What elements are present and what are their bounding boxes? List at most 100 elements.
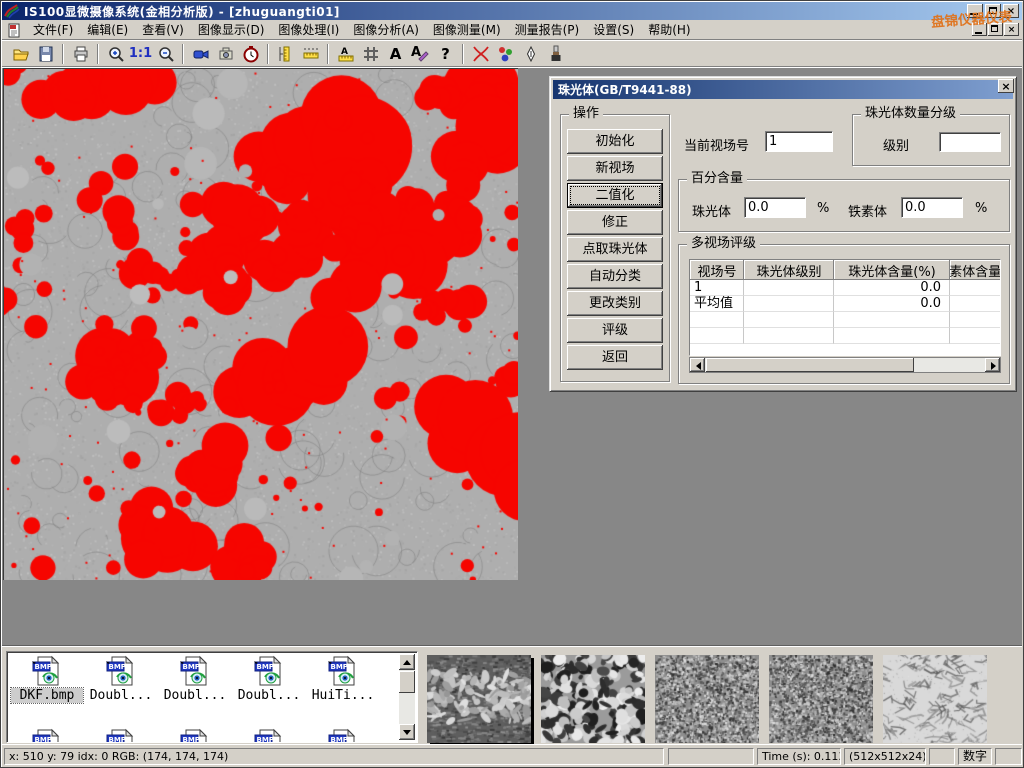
table-hscrollbar[interactable] <box>689 357 1001 373</box>
save-button[interactable] <box>33 42 58 66</box>
count-tool-button[interactable] <box>493 42 518 66</box>
bmp-file-icon: BMP <box>31 655 63 687</box>
toolbar-separator <box>182 44 184 64</box>
ferrite-percent-input[interactable] <box>901 197 963 218</box>
return-button[interactable]: 返回 <box>567 345 663 370</box>
timer-button[interactable] <box>238 42 263 66</box>
pearlite-percent-input[interactable] <box>744 197 806 218</box>
status-position: x: 510 y: 79 idx: 0 RGB: (174, 174, 174) <box>4 748 664 765</box>
main-image[interactable] <box>3 68 518 580</box>
scroll-thumb[interactable] <box>706 358 914 372</box>
zoom-out-button[interactable] <box>153 42 178 66</box>
scroll-up-button[interactable] <box>399 654 415 670</box>
ruler-measure-button[interactable] <box>298 42 323 66</box>
toolbar-separator <box>267 44 269 64</box>
file-item[interactable]: BMP Doubl... <box>233 655 305 703</box>
file-item[interactable]: BMP <box>307 728 379 743</box>
file-item[interactable]: BMP DKF.bmp <box>11 655 83 703</box>
new-field-button[interactable]: 新视场 <box>567 156 663 181</box>
close-button[interactable]: × <box>1003 4 1019 18</box>
dialog-close-button[interactable]: × <box>998 79 1014 93</box>
menu-file[interactable]: 文件(F) <box>26 19 80 40</box>
restore-button[interactable] <box>985 4 1001 18</box>
menu-image-display[interactable]: 图像显示(D) <box>191 19 272 40</box>
file-list-vscrollbar[interactable] <box>399 654 415 740</box>
file-item[interactable]: BMP <box>233 728 305 743</box>
menu-image-analysis[interactable]: 图像分析(A) <box>346 19 426 40</box>
current-field-input[interactable] <box>765 131 833 152</box>
menu-image-processing[interactable]: 图像处理(I) <box>271 19 346 40</box>
file-item[interactable]: BMP <box>11 728 83 743</box>
scroll-thumb[interactable] <box>399 671 415 693</box>
child-close-button[interactable]: × <box>1004 23 1019 36</box>
thumbnail-5[interactable] <box>883 655 987 743</box>
help-button[interactable]: ? <box>433 42 458 66</box>
measure-label-button[interactable]: A <box>333 42 358 66</box>
zoom-in-button[interactable] <box>103 42 128 66</box>
file-browser[interactable]: BMP DKF.bmp BMP Doubl... BMP <box>6 651 418 743</box>
video-camera-icon <box>192 45 210 63</box>
child-restore-button[interactable] <box>988 23 1003 36</box>
left-arrow-icon <box>692 362 701 370</box>
cell-pearlite-content: 0.0 <box>834 296 950 312</box>
grid-tool-button[interactable] <box>358 42 383 66</box>
svg-text:BMP: BMP <box>331 663 348 671</box>
thumbnail-1[interactable] <box>427 655 531 743</box>
table-row[interactable]: 1 0.0 <box>690 280 1000 296</box>
thumbnail-3[interactable] <box>655 655 759 743</box>
brush-tool-button[interactable] <box>543 42 568 66</box>
binarize-button[interactable]: 二值化 <box>567 183 663 208</box>
grade-level-input[interactable] <box>939 132 1001 152</box>
pick-pearlite-button[interactable]: 点取珠光体 <box>567 237 663 262</box>
caliper-measure-button[interactable] <box>273 42 298 66</box>
thumbnail-2[interactable] <box>541 655 645 743</box>
pearlite-label: 珠光体 <box>692 201 731 220</box>
printer-icon <box>72 45 90 63</box>
scroll-left-button[interactable] <box>690 358 705 372</box>
file-item[interactable]: BMP Doubl... <box>159 655 231 703</box>
col-field-no: 视场号 <box>690 260 744 280</box>
file-item[interactable]: BMP <box>159 728 231 743</box>
child-minimize-button[interactable] <box>972 23 987 36</box>
status-empty-1 <box>668 748 754 765</box>
restore-icon <box>989 7 997 14</box>
menu-view[interactable]: 查看(V) <box>135 19 191 40</box>
grid-icon <box>362 45 380 63</box>
annotate-tool-button[interactable]: A <box>408 42 433 66</box>
text-tool-button[interactable]: A <box>383 42 408 66</box>
snapshot-button[interactable] <box>213 42 238 66</box>
file-item[interactable]: BMP Doubl... <box>85 655 157 703</box>
print-button[interactable] <box>68 42 93 66</box>
menu-measure-report[interactable]: 测量报告(P) <box>508 19 587 40</box>
menu-edit[interactable]: 编辑(E) <box>80 19 135 40</box>
title-bar[interactable]: IS100显微摄像系统(金相分析版) - [zhuguangti01] × <box>2 2 1022 20</box>
file-name: Doubl... <box>159 688 231 703</box>
window-title: IS100显微摄像系统(金相分析版) - [zhuguangti01] <box>24 3 340 20</box>
curve-tool-button[interactable] <box>468 42 493 66</box>
thumbnail-4[interactable] <box>769 655 873 743</box>
pen-tool-button[interactable] <box>518 42 543 66</box>
toolbar-separator <box>97 44 99 64</box>
dialog-title-bar[interactable]: 珠光体(GB/T9441-88) <box>553 80 1013 99</box>
file-item[interactable]: BMP HuiTi... <box>307 655 379 703</box>
table-row[interactable]: 平均值 0.0 <box>690 296 1000 312</box>
open-button[interactable] <box>8 42 33 66</box>
correct-button[interactable]: 修正 <box>567 210 663 235</box>
grade-button[interactable]: 评级 <box>567 318 663 343</box>
auto-classify-button[interactable]: 自动分类 <box>567 264 663 289</box>
menu-help[interactable]: 帮助(H) <box>641 19 697 40</box>
file-item[interactable]: BMP <box>85 728 157 743</box>
menu-image-measure[interactable]: 图像测量(M) <box>426 19 508 40</box>
minimize-button[interactable] <box>967 4 983 18</box>
video-capture-button[interactable] <box>188 42 213 66</box>
init-button[interactable]: 初始化 <box>567 129 663 154</box>
menu-settings[interactable]: 设置(S) <box>586 19 641 40</box>
change-class-button[interactable]: 更改类别 <box>567 291 663 316</box>
rating-table[interactable]: 视场号 珠光体级别 珠光体含量(%) 铁素体含量(%) 1 0.0 平均值 0.… <box>689 259 1001 356</box>
cell-grade <box>744 296 834 312</box>
scroll-down-button[interactable] <box>399 724 415 740</box>
actual-size-button[interactable]: 1:1 <box>128 42 153 66</box>
document-icon[interactable] <box>6 22 22 38</box>
scroll-right-button[interactable] <box>985 358 1000 372</box>
red-curve-icon <box>471 44 491 64</box>
